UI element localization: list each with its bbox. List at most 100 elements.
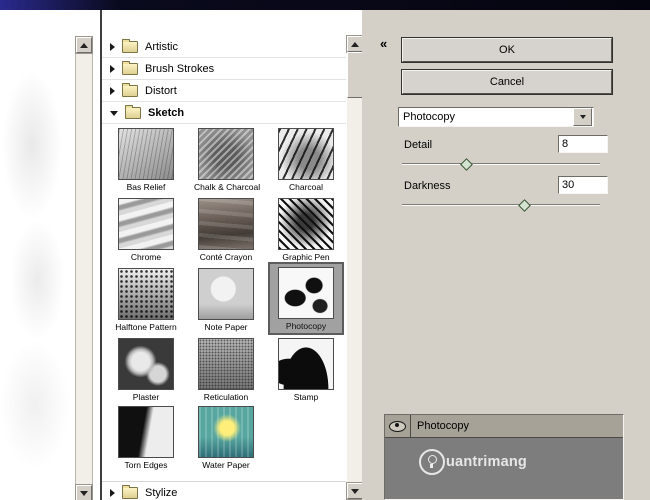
ok-button[interactable]: OK [402,38,612,62]
filter-thumbnail-image [278,128,334,180]
filter-thumbnail-image [198,406,254,458]
filter-thumb-note-paper[interactable]: Note Paper [194,268,258,332]
category-sketch[interactable]: Sketch [102,102,346,124]
filter-thumbnail-image [118,198,174,250]
watermark: uantrimang [419,449,527,475]
folder-icon [122,60,138,75]
folder-icon [122,82,138,97]
applied-effects-panel: Photocopy uantrimang [384,414,624,500]
cancel-button-label: Cancel [489,76,525,88]
visibility-toggle[interactable] [385,415,411,437]
scrollbar-thumb[interactable] [347,52,363,98]
filter-thumbnail-image [198,268,254,320]
filter-thumb-torn-edges[interactable]: Torn Edges [114,406,178,470]
effect-row-photocopy[interactable]: Photocopy [385,415,623,438]
category-brush-strokes[interactable]: Brush Strokes [102,58,346,80]
filter-gallery-dialog: Artistic Brush Strokes Distort Sketch Ba… [0,0,650,500]
filter-thumb-label: Chalk & Charcoal [194,182,261,192]
filter-thumbnail-image [118,128,174,180]
eye-icon [389,420,406,432]
category-label: Artistic [145,40,178,53]
category-distort[interactable]: Distort [102,80,346,102]
slider-track [402,163,600,165]
filter-thumb-charcoal[interactable]: Charcoal [274,128,338,192]
preview-sketch-mark [0,340,70,470]
darkness-input[interactable] [558,176,608,194]
darkness-label: Darkness [404,180,451,192]
folder-icon [122,484,138,499]
filter-thumb-plaster[interactable]: Plaster [114,338,178,402]
window-titlebar [0,0,650,10]
scroll-down-button[interactable] [347,483,363,499]
category-label: Brush Strokes [145,62,215,75]
filter-select-value: Photocopy [403,111,455,123]
preview-sketch-mark [10,220,65,340]
arrow-down-icon [80,490,88,496]
preview-scrollbar[interactable] [75,36,93,500]
filter-thumb-halftone-pattern[interactable]: Halftone Pattern [114,268,178,332]
detail-input[interactable] [558,135,608,153]
chevron-right-icon [110,64,115,73]
bulb-glass [428,455,437,464]
filter-thumbnail-image [198,128,254,180]
category-label: Distort [145,84,177,97]
filter-thumbnail-image [198,198,254,250]
ok-button-label: OK [499,44,515,56]
chevron-right-icon [110,488,115,497]
filter-select-dropdown[interactable]: Photocopy [398,107,594,127]
preview-sketch-mark [2,70,62,220]
detail-slider[interactable] [402,158,600,171]
arrow-up-icon [351,41,359,47]
bulb-base [430,464,433,468]
filter-thumbnail-image [278,267,334,319]
chevron-down-icon [579,115,586,119]
category-stylize[interactable]: Stylize [102,481,346,500]
filter-thumb-label: Chrome [130,252,162,262]
filter-thumb-chalk-charcoal[interactable]: Chalk & Charcoal [194,128,261,192]
filter-thumb-reticulation[interactable]: Reticulation [194,338,258,402]
filter-thumb-conte-crayon[interactable]: Conté Crayon [194,198,258,262]
filter-thumb-chrome[interactable]: Chrome [114,198,178,262]
lightbulb-logo-icon [419,449,445,475]
filter-thumbnail-image [118,338,174,390]
filter-thumbnail-image [278,198,334,250]
arrow-down-icon [351,488,359,494]
filter-thumb-bas-relief[interactable]: Bas Relief [114,128,178,192]
filter-thumb-stamp[interactable]: Stamp [274,338,338,402]
chevron-down-icon [110,110,118,116]
filter-thumbnail-image [118,268,174,320]
collapse-filter-list-button[interactable]: « [380,36,387,51]
scroll-up-button[interactable] [76,37,92,53]
scroll-down-button[interactable] [76,485,92,500]
slider-thumb[interactable] [518,199,531,212]
cancel-button[interactable]: Cancel [402,70,612,94]
open-folder-icon [125,104,141,119]
image-preview [0,10,100,500]
filter-list-scrollbar[interactable] [347,36,363,499]
detail-label: Detail [404,139,433,151]
category-artistic[interactable]: Artistic [102,36,346,58]
filter-thumb-water-paper[interactable]: Water Paper [194,406,258,470]
slider-thumb[interactable] [460,158,473,171]
slider-track [402,204,600,206]
watermark-text: uantrimang [446,454,527,470]
scroll-up-button[interactable] [347,36,363,52]
filter-thumb-label: Torn Edges [124,460,168,470]
chevron-right-icon [110,86,115,95]
filter-thumbnail-image [118,406,174,458]
arrow-up-icon [80,42,88,48]
settings-panel: « OK Cancel Photocopy Detail Darkness [362,10,650,500]
filter-thumb-label: Plaster [132,392,160,402]
filter-thumb-label: Photocopy [285,321,327,331]
dropdown-arrow-button[interactable] [573,108,592,126]
filter-thumb-graphic-pen[interactable]: Graphic Pen [274,198,338,262]
filter-thumb-label: Reticulation [203,392,249,402]
filter-thumb-label: Note Paper [204,322,248,332]
folder-icon [122,38,138,53]
filter-thumb-label: Graphic Pen [282,252,330,262]
filter-thumbnail-image [278,338,334,390]
category-label: Stylize [145,486,178,499]
filter-thumb-label: Stamp [293,392,319,402]
darkness-slider[interactable] [402,199,600,212]
filter-thumb-photocopy-selected[interactable]: Photocopy [268,262,344,335]
